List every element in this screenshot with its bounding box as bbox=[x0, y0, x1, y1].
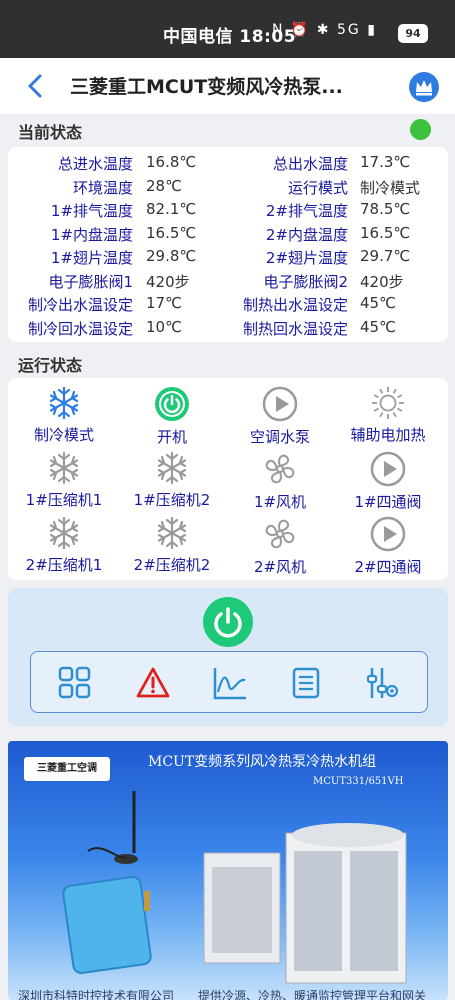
snowflake-icon bbox=[10, 386, 118, 420]
chart-icon[interactable] bbox=[211, 664, 249, 702]
status-label: 制冷回水温设定 bbox=[27, 319, 133, 338]
status-value: 78.5℃ bbox=[360, 200, 411, 218]
status-row: 电子膨胀阀1 420步 电子膨胀阀2 420步 bbox=[8, 271, 448, 294]
power-button[interactable] bbox=[203, 597, 253, 647]
status-label: 制冷出水温设定 bbox=[27, 296, 133, 314]
status-value: 420步 bbox=[146, 272, 190, 291]
status-label: 1#内盘温度 bbox=[50, 225, 133, 244]
run-status-label: 1#四通阀 bbox=[354, 493, 422, 511]
status-label: 电子膨胀阀1 bbox=[48, 272, 133, 291]
run-status-label: 1#风机 bbox=[253, 493, 307, 511]
status-value: 制冷模式 bbox=[360, 178, 421, 197]
run-status-label: 2#压缩机2 bbox=[133, 556, 211, 574]
snowflake-icon bbox=[10, 516, 118, 550]
fan-icon bbox=[226, 451, 334, 487]
status-label: 环境温度 bbox=[72, 178, 133, 197]
product-banner[interactable]: 三菱重工空调 MCUT变频系列风冷热泵冷热水机组 MCUT331/651VH 深… bbox=[8, 741, 448, 1000]
play-icon bbox=[226, 386, 334, 422]
run-status-label: 空调水泵 bbox=[249, 428, 310, 446]
run-status-label: 辅助电加热 bbox=[350, 426, 426, 444]
power-icon bbox=[214, 607, 242, 638]
status-label: 运行模式 bbox=[287, 178, 348, 197]
current-status-card: 总进水温度 16.8℃ 总出水温度 17.3℃ 环境温度 28℃ 运行模式 制冷模式 1#排气温… bbox=[8, 147, 448, 342]
status-row: 总进水温度 16.8℃ 总出水温度 17.3℃ bbox=[8, 153, 448, 176]
status-label: 2#排气温度 bbox=[265, 202, 348, 220]
system-status-bar: 中国电信 18:05 N ⏰ ✱ 5G ▮ 94 bbox=[0, 0, 455, 58]
grid-icon[interactable] bbox=[56, 664, 94, 702]
back-arrow-icon[interactable] bbox=[22, 72, 50, 100]
run-status-item: 2#四通阀 bbox=[334, 516, 442, 577]
status-value: 420步 bbox=[360, 272, 404, 291]
snowflake-icon bbox=[10, 451, 118, 485]
status-label: 总进水温度 bbox=[57, 155, 133, 173]
run-status-item: 2#压缩机2 bbox=[118, 516, 226, 575]
banner-footer: 深圳市科特时控技术有限公司 提供冷源、冷热、暖通监控管理平台和网关 bbox=[18, 989, 427, 1000]
battery-icon: 94 bbox=[398, 24, 428, 43]
page-title: 三菱重工MCUT变频风冷热泵... bbox=[70, 76, 343, 98]
play-icon bbox=[334, 451, 442, 487]
snowflake-icon bbox=[118, 451, 226, 485]
run-status-label: 2#压缩机1 bbox=[25, 556, 103, 574]
sun-icon bbox=[334, 386, 442, 420]
run-status-label: 开机 bbox=[156, 428, 187, 446]
current-status-title: 当前状态 bbox=[18, 123, 83, 142]
status-value: 17℃ bbox=[146, 294, 182, 312]
run-status-item: 空调水泵 bbox=[226, 386, 334, 447]
run-status-label: 1#压缩机2 bbox=[133, 491, 211, 509]
status-value: 45℃ bbox=[360, 294, 396, 312]
status-row: 1#翅片温度 29.8℃ 2#翅片温度 29.7℃ bbox=[8, 247, 448, 270]
run-status-label: 1#压缩机1 bbox=[25, 491, 103, 509]
run-status-item: 开机 bbox=[118, 386, 226, 447]
run-status-item: 1#四通阀 bbox=[334, 451, 442, 512]
status-value: 10℃ bbox=[146, 317, 182, 336]
list-icon[interactable] bbox=[287, 664, 325, 702]
status-value: 16.5℃ bbox=[360, 223, 411, 242]
play-icon bbox=[334, 516, 442, 552]
run-status-item: 制冷模式 bbox=[10, 386, 118, 445]
settings-sliders-icon[interactable] bbox=[363, 664, 401, 702]
status-label: 2#内盘温度 bbox=[265, 225, 348, 244]
status-value: 29.7℃ bbox=[360, 247, 411, 265]
warning-icon[interactable] bbox=[134, 664, 172, 702]
status-label: 2#翅片温度 bbox=[265, 249, 348, 267]
snowflake-icon bbox=[118, 516, 226, 550]
run-status-label: 2#四通阀 bbox=[354, 558, 422, 576]
status-icons: N ⏰ ✱ 5G ▮ bbox=[272, 22, 377, 38]
run-status-item: 2#压缩机1 bbox=[10, 516, 118, 575]
function-toolbar bbox=[30, 651, 428, 713]
status-value: 45℃ bbox=[360, 317, 396, 336]
power-icon bbox=[118, 386, 226, 422]
banner-illustration bbox=[62, 791, 407, 984]
status-label: 1#排气温度 bbox=[50, 202, 133, 220]
status-row: 环境温度 28℃ 运行模式 制冷模式 bbox=[8, 177, 448, 200]
run-status-item: 2#风机 bbox=[226, 516, 334, 577]
run-status-item: 1#压缩机1 bbox=[10, 451, 118, 510]
status-value: 28℃ bbox=[146, 176, 182, 195]
status-row: 制冷出水温设定 17℃ 制热出水温设定 45℃ bbox=[8, 294, 448, 317]
online-status-indicator bbox=[410, 119, 431, 140]
status-row: 1#内盘温度 16.5℃ 2#内盘温度 16.5℃ bbox=[8, 224, 448, 247]
status-value: 29.8℃ bbox=[146, 247, 197, 265]
status-value: 16.8℃ bbox=[146, 153, 197, 171]
header-bar: 三菱重工MCUT变频风冷热泵... bbox=[0, 58, 455, 114]
run-status-item: 1#压缩机2 bbox=[118, 451, 226, 510]
fan-icon bbox=[226, 516, 334, 552]
status-label: 制热回水温设定 bbox=[242, 319, 348, 338]
status-value: 82.1℃ bbox=[146, 200, 197, 218]
run-status-item: 1#风机 bbox=[226, 451, 334, 512]
run-status-card: 制冷模式 开机 空调水泵 辅助电加热 1#压缩机1 1#压缩机2 1#风机 1#… bbox=[8, 378, 448, 580]
status-value: 16.5℃ bbox=[146, 223, 197, 242]
status-label: 制热出水温设定 bbox=[242, 296, 348, 314]
crown-icon[interactable] bbox=[409, 72, 439, 102]
run-status-label: 2#风机 bbox=[253, 558, 307, 576]
run-status-label: 制冷模式 bbox=[33, 426, 94, 444]
status-label: 电子膨胀阀2 bbox=[263, 272, 348, 291]
status-value: 17.3℃ bbox=[360, 153, 411, 171]
status-row: 1#排气温度 82.1℃ 2#排气温度 78.5℃ bbox=[8, 200, 448, 223]
run-status-title: 运行状态 bbox=[18, 356, 83, 375]
run-status-item: 辅助电加热 bbox=[334, 386, 442, 445]
status-label: 1#翅片温度 bbox=[50, 249, 133, 267]
status-label: 总出水温度 bbox=[272, 155, 348, 173]
status-row: 制冷回水温设定 10℃ 制热回水温设定 45℃ bbox=[8, 318, 448, 341]
